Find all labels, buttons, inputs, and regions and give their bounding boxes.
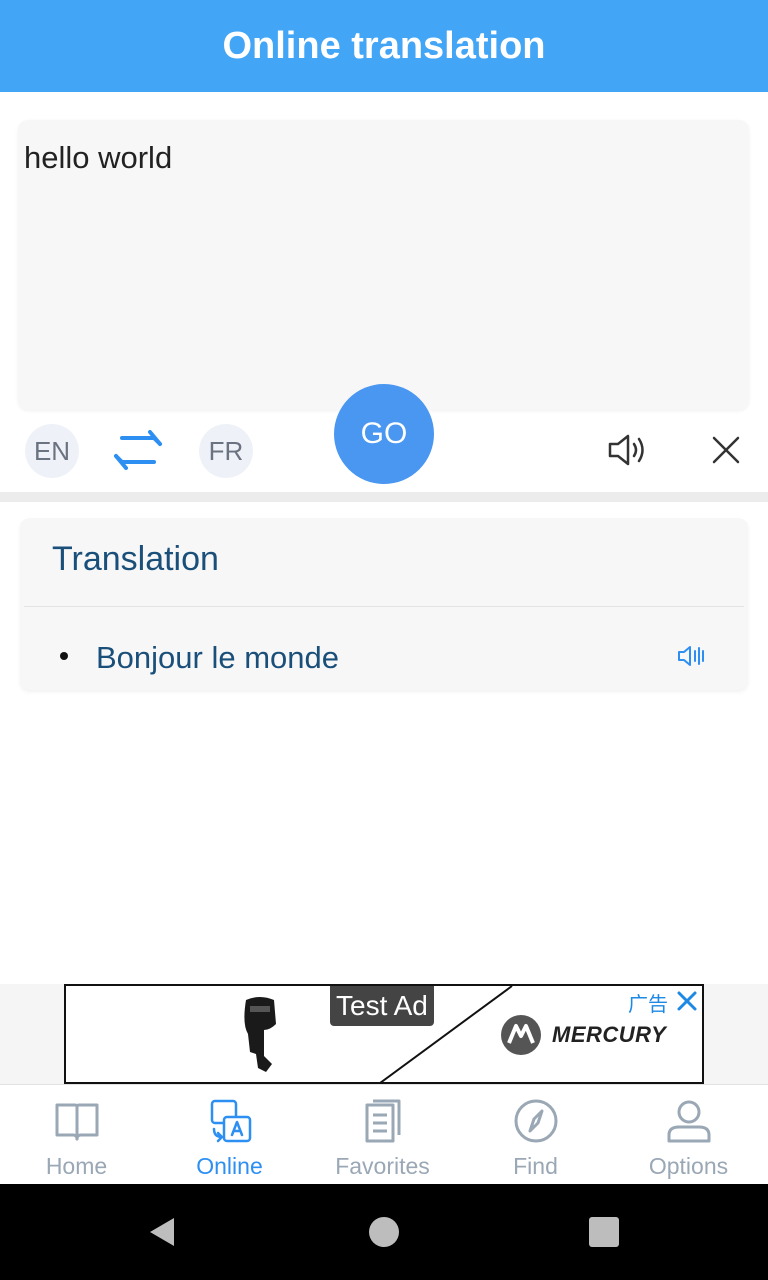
translation-separator <box>24 606 744 607</box>
translation-heading: Translation <box>52 540 219 578</box>
system-navigation-bar <box>0 1184 768 1280</box>
page-title: Online translation <box>222 24 546 67</box>
go-button[interactable]: GO <box>334 384 434 484</box>
nav-label-online: Online <box>196 1153 263 1179</box>
user-icon <box>667 1100 710 1143</box>
nav-label-home: Home <box>45 1153 108 1179</box>
bottom-navigation: Home Online Favorites Find Options <box>0 1084 768 1184</box>
nav-item-options[interactable]: Options <box>612 1085 765 1185</box>
book-icon <box>55 1103 98 1141</box>
nav-item-favorites[interactable]: Favorites <box>306 1085 459 1185</box>
ad-container: Test Ad 广告 MERCURY <box>0 984 768 1084</box>
result-speaker-icon[interactable] <box>676 642 708 670</box>
translate-icon <box>210 1099 251 1143</box>
app-header: Online translation <box>0 0 768 92</box>
source-text-value[interactable]: hello world <box>24 140 172 176</box>
nav-label-find: Find <box>513 1153 558 1179</box>
translation-result[interactable]: Bonjour le monde <box>96 640 339 676</box>
mercury-logo-icon <box>501 1015 541 1055</box>
nav-label-options: Options <box>648 1153 729 1179</box>
translation-card: Translation Bonjour le monde <box>20 518 748 690</box>
swap-arrows-icon[interactable] <box>108 430 168 470</box>
ad-brand-name: MERCURY <box>552 1022 667 1047</box>
close-icon[interactable] <box>706 430 746 470</box>
ad-close-icon[interactable] <box>676 990 698 1012</box>
nav-label-favorites: Favorites <box>335 1153 430 1179</box>
speaker-icon[interactable] <box>604 430 650 470</box>
document-icon <box>365 1099 400 1143</box>
target-language-button[interactable]: FR <box>199 424 253 478</box>
app-root: Online translation hello world EN FR GO <box>0 0 768 1280</box>
section-divider <box>0 492 768 502</box>
ad-banner[interactable]: Test Ad 广告 MERCURY <box>64 984 704 1084</box>
compass-icon <box>514 1099 557 1143</box>
nav-item-online[interactable]: Online <box>153 1085 306 1185</box>
nav-item-home[interactable]: Home <box>0 1085 153 1185</box>
source-language-button[interactable]: EN <box>25 424 79 478</box>
nav-item-find[interactable]: Find <box>459 1085 612 1185</box>
bullet-icon <box>60 652 68 660</box>
ad-brand-logo: MERCURY <box>496 1010 686 1062</box>
back-icon[interactable] <box>146 1216 178 1248</box>
home-circle-icon[interactable] <box>369 1217 399 1247</box>
source-text-input[interactable]: hello world <box>18 120 749 410</box>
outboard-engine-icon <box>244 997 276 1072</box>
language-controls: EN FR GO <box>0 384 768 494</box>
recent-apps-icon[interactable] <box>589 1217 619 1247</box>
test-ad-label: Test Ad <box>330 986 434 1026</box>
